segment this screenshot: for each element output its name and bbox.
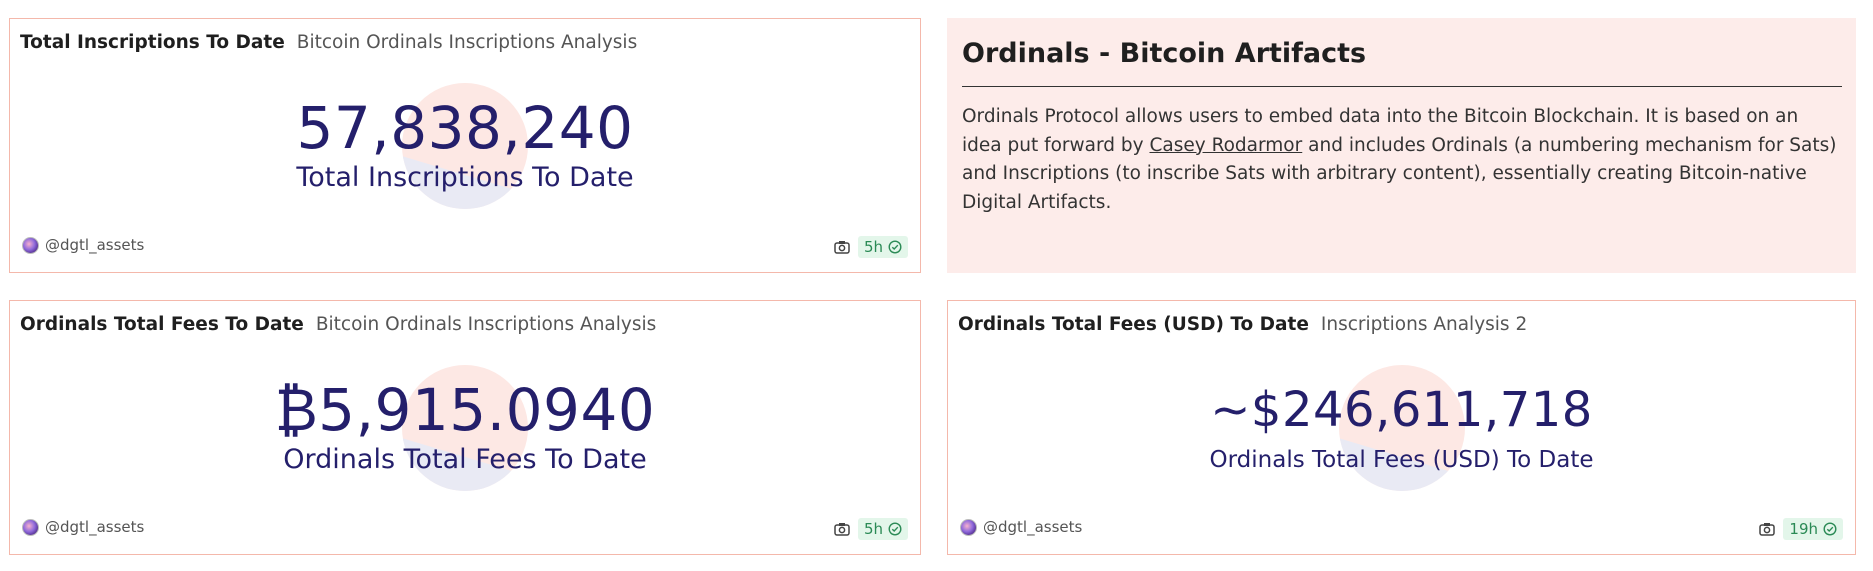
card-header: Ordinals Total Fees To Date Bitcoin Ordin… — [20, 313, 656, 337]
card-header: Ordinals Total Fees (USD) To Date Inscrip… — [958, 313, 1527, 337]
refresh-status-badge[interactable]: 5h — [857, 518, 908, 540]
card-subtitle[interactable]: Inscriptions Analysis 2 — [1321, 314, 1527, 335]
card-subtitle[interactable]: Bitcoin Ordinals Inscriptions Analysis — [316, 314, 656, 335]
check-circle-icon — [888, 240, 902, 254]
divider — [962, 86, 1842, 87]
card-subtitle[interactable]: Bitcoin Ordinals Inscriptions Analysis — [297, 32, 637, 53]
card-footer: @dgtl_assets 5h — [22, 518, 908, 542]
refresh-age: 19h — [1789, 520, 1818, 538]
card-footer: @dgtl_assets 5h — [22, 236, 908, 260]
author-link[interactable]: @dgtl_assets — [22, 518, 144, 536]
refresh-status-badge[interactable]: 19h — [1783, 518, 1843, 540]
avatar — [960, 518, 977, 536]
card-title[interactable]: Total Inscriptions To Date — [20, 32, 285, 53]
author-name: @dgtl_assets — [45, 518, 145, 536]
avatar — [22, 236, 39, 254]
refresh-age: 5h — [863, 238, 883, 256]
camera-icon[interactable] — [834, 522, 850, 536]
camera-icon[interactable] — [834, 240, 850, 254]
author-link[interactable]: @dgtl_assets — [22, 236, 144, 254]
card-title[interactable]: Ordinals Total Fees (USD) To Date — [958, 314, 1309, 335]
counter-display: 57,838,240 Total Inscriptions To Date — [10, 79, 920, 209]
author-name: @dgtl_assets — [983, 518, 1083, 536]
counter-display: ~$246,611,718 Ordinals Total Fees (USD) … — [948, 361, 1855, 491]
text-card-title: Ordinals - Bitcoin Artifacts — [962, 38, 1367, 69]
counter-value: 57,838,240 — [296, 94, 634, 162]
counter-label: Ordinals Total Fees (USD) To Date — [1209, 447, 1594, 473]
card-meta: 19h — [1759, 518, 1843, 540]
card-header: Total Inscriptions To Date Bitcoin Ordina… — [20, 31, 637, 55]
text-card-body: Ordinals Protocol allows users to embed … — [962, 103, 1842, 217]
check-circle-icon — [1823, 522, 1837, 536]
check-circle-icon — [888, 522, 902, 536]
card-title[interactable]: Ordinals Total Fees To Date — [20, 314, 304, 335]
counter-card-total-inscriptions[interactable]: Total Inscriptions To Date Bitcoin Ordina… — [9, 18, 921, 273]
card-meta: 5h — [834, 236, 908, 258]
refresh-status-badge[interactable]: 5h — [857, 236, 908, 258]
camera-icon[interactable] — [1759, 522, 1776, 536]
avatar — [22, 518, 39, 536]
card-meta: 5h — [834, 518, 908, 540]
counter-card-total-fees-usd[interactable]: Ordinals Total Fees (USD) To Date Inscrip… — [947, 300, 1856, 555]
counter-label: Total Inscriptions To Date — [296, 162, 634, 193]
counter-display: ₿5,915.0940 Ordinals Total Fees To Date — [10, 361, 920, 491]
author-name: @dgtl_assets — [45, 236, 145, 254]
refresh-age: 5h — [863, 520, 883, 538]
counter-label: Ordinals Total Fees To Date — [283, 444, 647, 475]
author-link[interactable]: @dgtl_assets — [960, 518, 1082, 536]
counter-value: ~$246,611,718 — [1210, 382, 1593, 438]
counter-card-total-fees[interactable]: Ordinals Total Fees To Date Bitcoin Ordin… — [9, 300, 921, 555]
text-card-ordinals-intro: Ordinals - Bitcoin Artifacts Ordinals Pr… — [947, 18, 1856, 273]
counter-value: ₿5,915.0940 — [274, 376, 656, 444]
card-footer: @dgtl_assets 19h — [960, 518, 1843, 542]
author-reference-link[interactable]: Casey Rodarmor — [1149, 135, 1302, 156]
